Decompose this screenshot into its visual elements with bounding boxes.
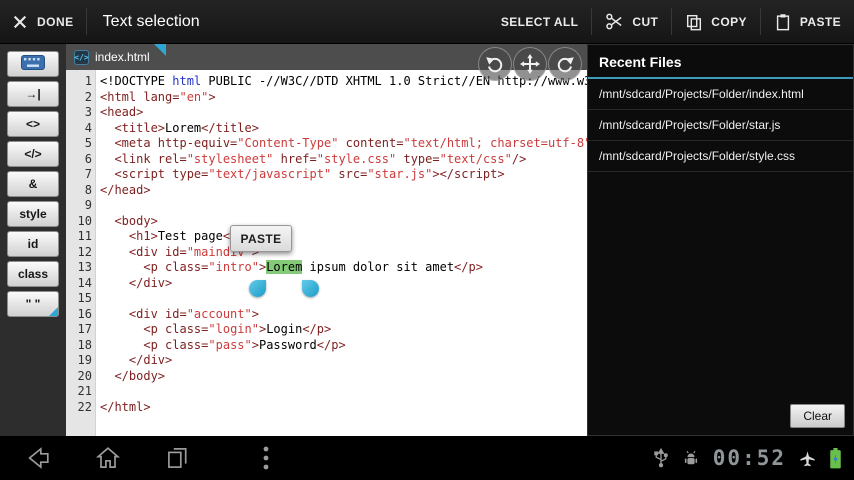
paste-button[interactable]: PASTE [761, 0, 854, 44]
line-number: 10 [77, 213, 92, 228]
home-button[interactable] [86, 440, 130, 476]
recent-file-item[interactable]: /mnt/sdcard/Projects/Folder/index.html [588, 79, 853, 110]
close-icon [13, 15, 27, 28]
code-file-icon: </> [74, 49, 89, 65]
done-label: DONE [37, 14, 74, 29]
line-number: 21 [77, 384, 92, 398]
battery-icon [829, 447, 842, 469]
keyboard-icon [21, 55, 45, 73]
copy-button[interactable]: COPY [672, 0, 760, 44]
status-area: 00:52 [653, 446, 854, 470]
selected-fold-marker [49, 307, 58, 316]
action-bar: DONE Text selection SELECT ALL CUT COPY [0, 0, 854, 44]
line-number: 17 [77, 322, 92, 336]
recent-file-item[interactable]: /mnt/sdcard/Projects/Folder/style.css [588, 141, 853, 172]
status-clock: 00:52 [712, 446, 786, 470]
paste-popup-button[interactable]: PASTE [230, 225, 292, 252]
sidebar-buttons: →| <> </> & style id class " " [0, 51, 66, 317]
recent-files-title: Recent Files [588, 45, 853, 79]
line-number: 2 [84, 89, 92, 104]
usb-icon [653, 448, 669, 468]
sidebar-button-close-tag[interactable]: </> [7, 141, 59, 167]
home-icon [95, 447, 121, 468]
select-all-button[interactable]: SELECT ALL [488, 0, 592, 44]
line-number: 16 [77, 306, 92, 321]
select-all-label: SELECT ALL [500, 14, 579, 29]
tab-label: index.html [95, 50, 150, 64]
airplane-mode-icon [799, 450, 816, 467]
tab-index-html[interactable]: </> index.html [66, 44, 154, 70]
copy-label: COPY [711, 14, 747, 29]
line-number: 9 [84, 198, 92, 212]
selection-handle-left[interactable] [249, 280, 266, 297]
sidebar-button-id[interactable]: id [7, 231, 59, 257]
sidebar-button-class[interactable]: class [7, 261, 59, 287]
recent-files-list: /mnt/sdcard/Projects/Folder/index.html/m… [588, 79, 853, 172]
done-button[interactable]: DONE [0, 0, 86, 44]
sidebar-button-ampersand[interactable]: & [7, 171, 59, 197]
line-number: 11 [77, 229, 92, 243]
recent-files-panel: Recent Files /mnt/sdcard/Projects/Folder… [587, 44, 854, 436]
sidebar-button-tab[interactable]: →| [7, 81, 59, 107]
line-number: 3 [84, 105, 92, 119]
overflow-menu-icon [263, 446, 269, 470]
scissors-icon [606, 13, 622, 30]
line-number: 6 [84, 151, 92, 166]
snippet-sidebar: →| <> </> & style id class " " [0, 44, 66, 436]
line-number: 5 [84, 136, 92, 150]
line-number: 20 [77, 368, 92, 383]
line-number: 22 [77, 399, 92, 414]
tab-fold-marker [153, 44, 166, 56]
redo-button[interactable] [548, 47, 582, 81]
paste-icon [776, 13, 789, 30]
line-number-gutter: 1 2 3 4 5 6 7 8 9 10 11 12 13 14 15 16 17 18 19 20 21 22 [66, 74, 96, 415]
clear-button[interactable]: Clear [790, 404, 845, 428]
move-icon [520, 54, 540, 74]
recent-apps-button[interactable] [156, 440, 200, 476]
sidebar-button-style[interactable]: style [7, 201, 59, 227]
line-number: 8 [84, 182, 92, 197]
recent-apps-icon [168, 448, 187, 468]
line-number: 13 [77, 260, 92, 274]
cut-button[interactable]: CUT [592, 0, 671, 44]
back-icon [28, 447, 49, 469]
page-title: Text selection [102, 12, 200, 30]
screen: DONE Text selection SELECT ALL CUT COPY [0, 0, 854, 480]
line-number: 1 [84, 74, 92, 88]
menu-button[interactable] [244, 440, 288, 476]
cut-label: CUT [632, 14, 659, 29]
recent-file-item[interactable]: /mnt/sdcard/Projects/Folder/star.js [588, 110, 853, 141]
line-number: 7 [84, 167, 92, 181]
line-number: 15 [77, 291, 92, 305]
line-number: 19 [77, 353, 92, 367]
undo-icon [486, 57, 503, 73]
paste-label: PASTE [799, 14, 841, 29]
line-number: 12 [77, 244, 92, 259]
nav-buttons [0, 440, 288, 476]
system-navigation-bar: 00:52 [0, 436, 854, 480]
floating-edit-controls [478, 47, 582, 81]
copy-icon [687, 14, 702, 30]
sidebar-button-quotes[interactable]: " " [7, 291, 59, 317]
move-cursor-button[interactable] [513, 47, 547, 81]
sidebar-button-angle-brackets[interactable]: <> [7, 111, 59, 137]
redo-icon [557, 57, 574, 73]
usb-debugging-icon [682, 449, 700, 467]
line-number: 14 [77, 275, 92, 290]
back-button[interactable] [16, 440, 60, 476]
sidebar-button-keyboard[interactable] [7, 51, 59, 77]
line-number: 18 [77, 337, 92, 352]
undo-button[interactable] [478, 47, 512, 81]
selection-handle-right[interactable] [302, 280, 319, 297]
action-bar-divider [85, 8, 87, 35]
line-number: 4 [84, 120, 92, 135]
